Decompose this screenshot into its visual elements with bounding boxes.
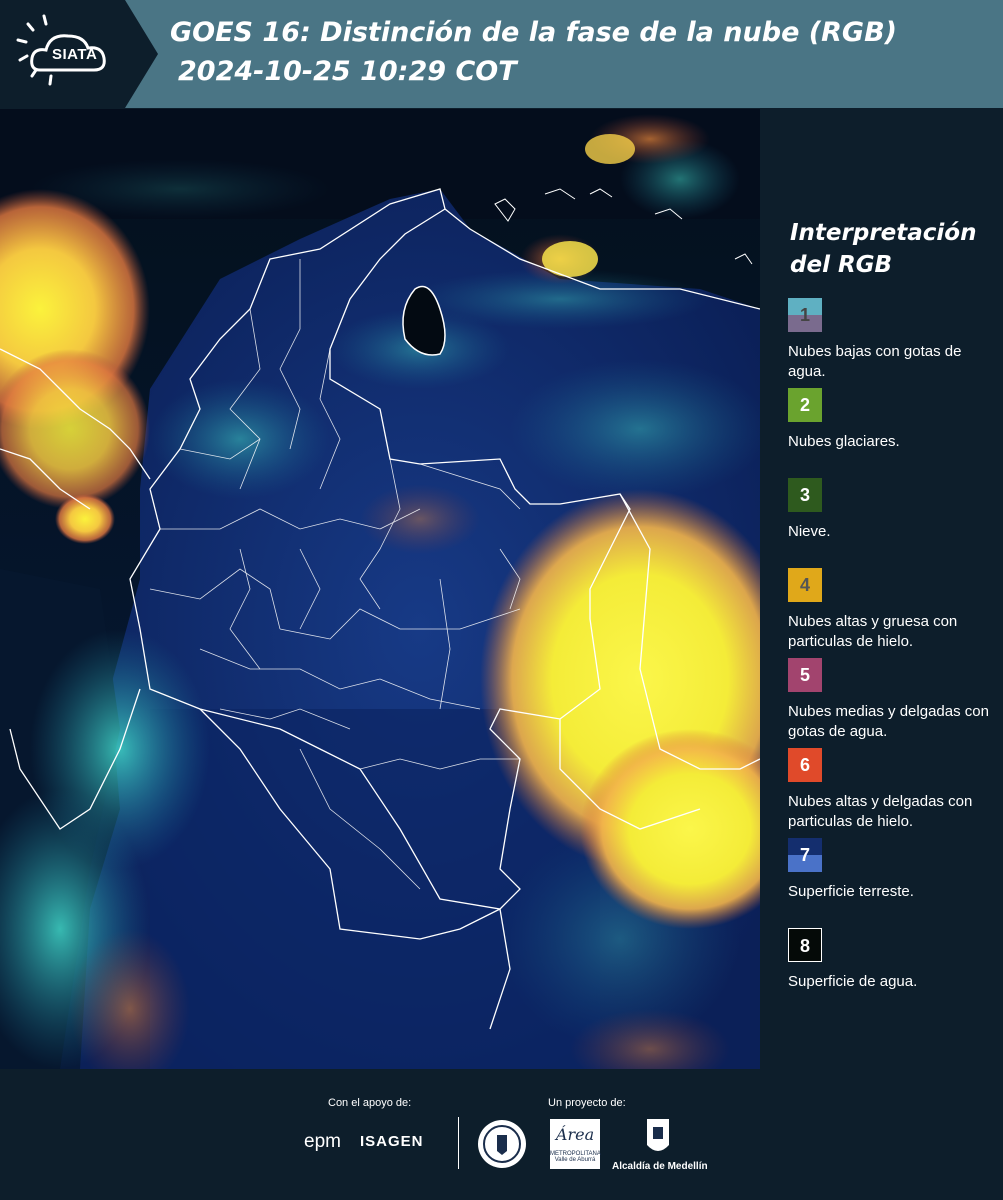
footer-divider [458,1117,459,1169]
legend-swatch-3: 3 [788,478,822,512]
legend-panel: Interpretación del RGB 1 Nubes bajas con … [760,109,1003,1069]
legend-label-5: Nubes medias y delgadas con gotas de agu… [788,703,989,740]
page-timestamp: 2024-10-25 10:29 COT [178,56,517,87]
project-label: Un proyecto de: [548,1097,626,1109]
header-bar: SIATA GOES 16: Distinción de la fase de … [0,0,1003,108]
satellite-map [0,109,760,1069]
epm-logo: epm [304,1131,341,1152]
siata-logo: SIATA [0,0,158,108]
legend-title: Interpretación del RGB [790,220,977,278]
medellin-shield-icon [647,1119,669,1151]
legend-swatch-6: 6 [788,748,822,782]
legend-swatch-4: 4 [788,568,822,602]
seal-logo [478,1120,526,1168]
legend-swatch-1: 1 [788,298,822,332]
legend-label-2: Nubes glaciares. [788,433,900,450]
legend-label-4: Nubes altas y gruesa con particulas de h… [788,613,958,650]
support-label: Con el apoyo de: [328,1097,412,1109]
legend-label-1: Nubes bajas con gotas de agua. [788,343,962,380]
legend-label-8: Superficie de agua. [788,973,918,990]
alcaldia-medellin-label: Alcaldía de Medellín [612,1161,708,1172]
legend-label-7: Superficie terreste. [788,883,914,900]
legend-swatch-7: 7 [788,838,822,872]
legend-swatch-5: 5 [788,658,822,692]
legend-label-6: Nubes altas y delgadas con particulas de… [788,793,973,830]
footer: Con el apoyo de: epm ISAGEN Un proyecto … [0,1069,1003,1200]
satellite-rgb-image [0,109,760,1069]
legend-swatch-2: 2 [788,388,822,422]
legend-label-3: Nieve. [788,523,831,540]
area-logo-subtitle: METROPOLITANA Valle de Aburrá [550,1151,601,1163]
siata-logo-text: SIATA [52,46,98,63]
legend-swatch-8: 8 [788,928,822,962]
isagen-logo: ISAGEN [360,1133,424,1150]
area-logo-text: Área [555,1125,595,1144]
page-title: GOES 16: Distinción de la fase de la nub… [170,17,897,48]
area-metropolitana-logo: Área METROPOLITANA Valle de Aburrá [550,1119,601,1169]
